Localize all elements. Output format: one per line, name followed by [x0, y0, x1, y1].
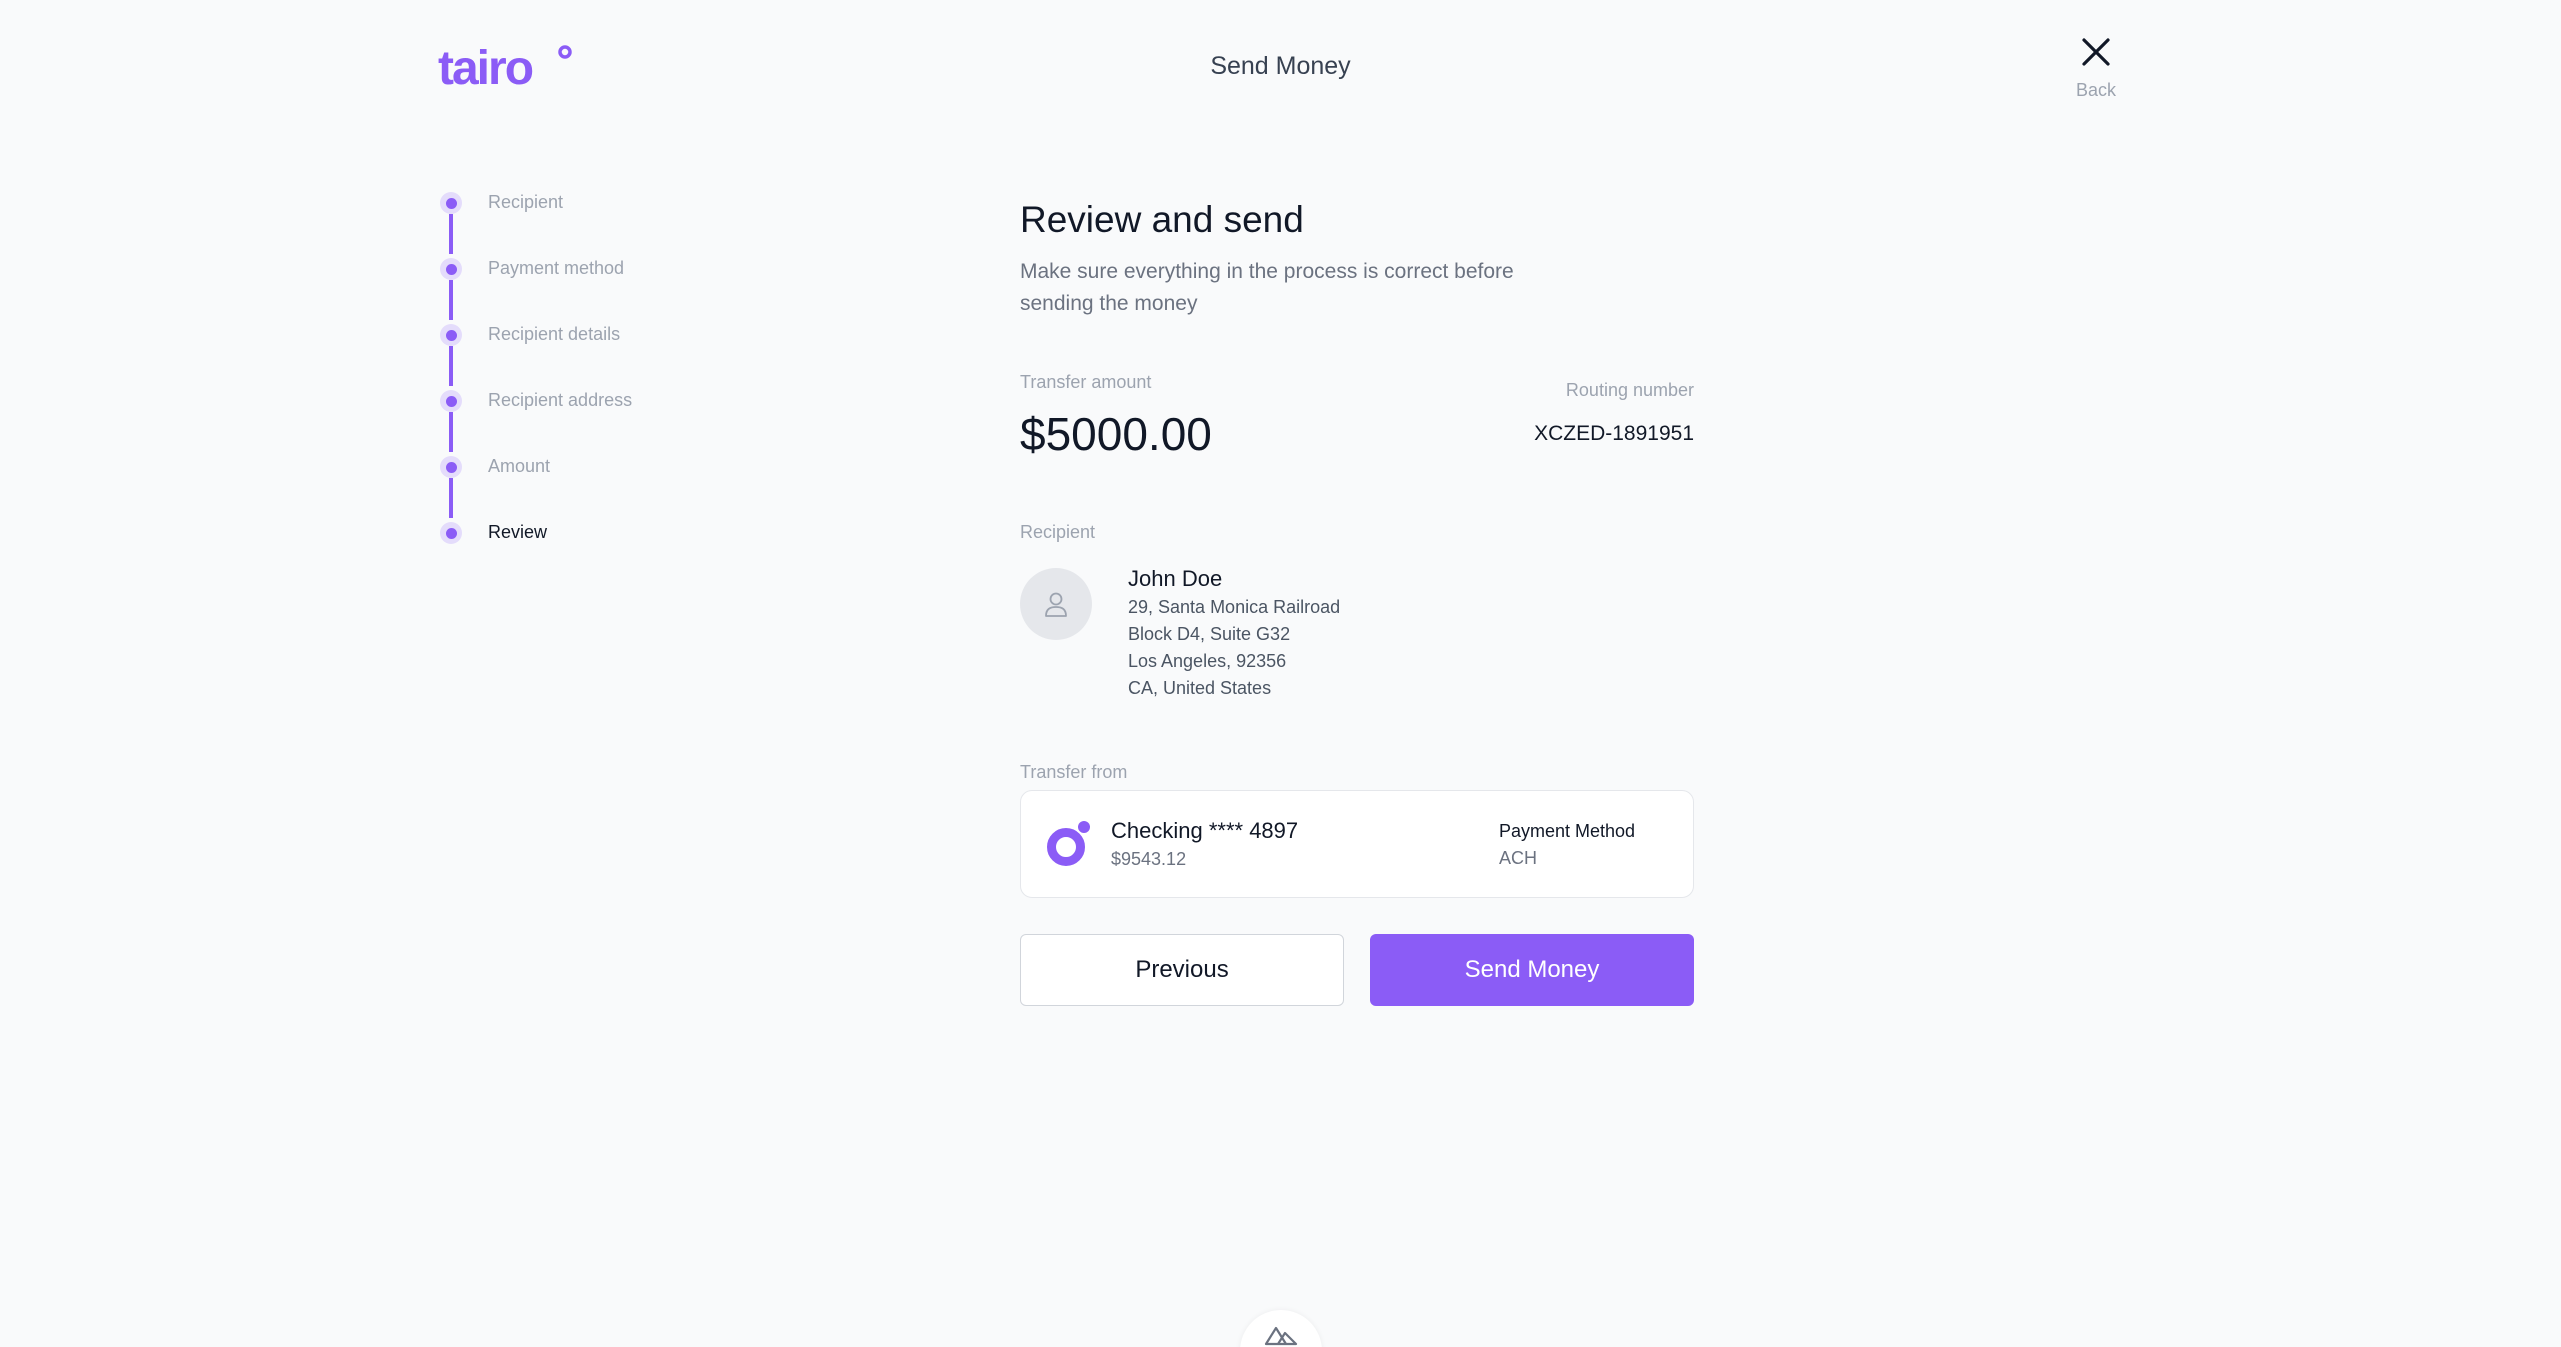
- step-dot: [440, 324, 462, 346]
- close-icon: [2082, 38, 2110, 66]
- step-label: Amount: [488, 456, 551, 476]
- recipient-label: Recipient: [1020, 522, 1096, 542]
- source-account-card[interactable]: Checking **** 4897 $9543.12 Payment Meth…: [1020, 790, 1694, 898]
- step-dot: [440, 522, 462, 544]
- transfer-amount-label: Transfer amount: [1020, 372, 1152, 392]
- transfer-amount-value: $5000.00: [1020, 408, 1212, 460]
- step-connector: [449, 478, 453, 518]
- step-label: Recipient details: [488, 324, 621, 344]
- tairo-account-icon: [1047, 821, 1090, 866]
- page-title: Send Money: [1210, 52, 1351, 80]
- step-connector: [449, 280, 453, 320]
- account-balance: $9543.12: [1111, 849, 1187, 869]
- step-label: Payment method: [488, 258, 625, 278]
- routing-number-label: Routing number: [1565, 380, 1694, 400]
- step-label: Review: [488, 522, 548, 542]
- recipient-card: John Doe 29, Santa Monica Railroad Block…: [1020, 566, 1694, 702]
- step-recipient-details: Recipient details: [438, 320, 632, 386]
- send-money-button[interactable]: Send Money: [1370, 934, 1694, 1006]
- back-label: Back: [2075, 80, 2117, 100]
- step-review: Review: [438, 518, 632, 584]
- step-payment-method: Payment method: [438, 254, 632, 320]
- step-dot: [440, 192, 462, 214]
- payment-method-block: Payment Method ACH: [1499, 817, 1635, 871]
- review-heading: Review and send: [1020, 199, 1304, 240]
- step-label: Recipient address: [488, 390, 633, 410]
- address-line: 29, Santa Monica Railroad: [1128, 597, 1341, 617]
- recipient-section: Recipient John Doe 29, Santa Monica Rail…: [1020, 520, 1694, 702]
- step-connector: [449, 346, 453, 386]
- step-amount: Amount: [438, 452, 632, 518]
- account-info: Checking **** 4897 $9543.12: [1111, 816, 1298, 872]
- nuxt-icon: [1264, 1326, 1298, 1346]
- payment-method-value: ACH: [1499, 848, 1538, 868]
- page: tairo Send Money Back Recipient Payment …: [0, 0, 2561, 1347]
- step-label: Recipient: [488, 192, 564, 212]
- transfer-amount-block: Transfer amount $5000.00: [1020, 370, 1212, 462]
- payment-method-label: Payment Method: [1499, 821, 1636, 841]
- step-dot: [440, 456, 462, 478]
- address-line: Los Angeles, 92356: [1128, 651, 1287, 671]
- step-dot: [440, 258, 462, 280]
- step-dot: [440, 390, 462, 412]
- previous-button[interactable]: Previous: [1020, 934, 1344, 1006]
- review-subtitle: Make sure everything in the process is c…: [1020, 260, 1514, 315]
- routing-number-value: XCZED-1891951: [1534, 422, 1694, 445]
- action-buttons: Previous Send Money: [1020, 934, 1694, 1006]
- progress-stepper: Recipient Payment method Recipient detai…: [438, 188, 632, 584]
- back-button[interactable]: Back: [2060, 32, 2132, 101]
- recipient-name: John Doe: [1128, 566, 1223, 591]
- step-recipient: Recipient: [438, 188, 632, 254]
- address-line: Block D4, Suite G32: [1128, 624, 1291, 644]
- user-icon: [1045, 592, 1067, 617]
- recipient-info: John Doe 29, Santa Monica Railroad Block…: [1128, 564, 1340, 702]
- transfer-from-section: Transfer from Checking **** 4897 $9543.1…: [1020, 760, 1694, 898]
- review-panel: Review and send Make sure everything in …: [1020, 196, 1694, 1006]
- address-line: CA, United States: [1128, 678, 1272, 698]
- step-recipient-address: Recipient address: [438, 386, 632, 452]
- transfer-from-label: Transfer from: [1020, 762, 1128, 782]
- step-connector: [449, 412, 453, 452]
- avatar: [1020, 568, 1092, 640]
- devtools-toggle[interactable]: [1240, 1310, 1322, 1347]
- account-name: Checking **** 4897: [1111, 818, 1299, 843]
- amount-row: Transfer amount $5000.00 Routing number …: [1020, 370, 1694, 462]
- routing-number-block: Routing number XCZED-1891951: [1534, 370, 1694, 446]
- step-connector: [449, 214, 453, 254]
